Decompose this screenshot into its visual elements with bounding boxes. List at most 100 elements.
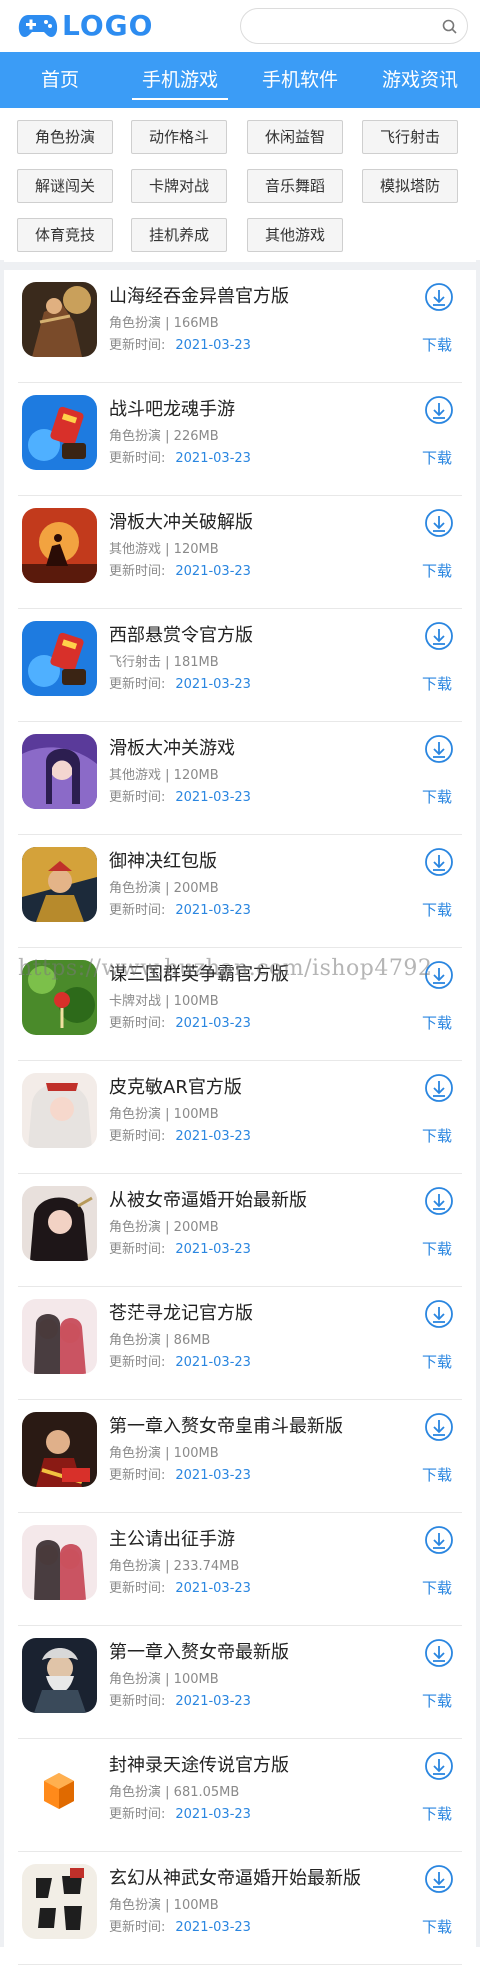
game-icon-purple-lady[interactable] [22,734,97,809]
game-icon-dark-lady[interactable] [22,1186,97,1261]
game-list-item[interactable]: 滑板大冲关破解版 其他游戏 | 120MB 更新时间: 2021-03-23 下载 [0,496,480,609]
game-list-item[interactable]: 第一章入赘女帝最新版 角色扮演 | 100MB 更新时间: 2021-03-23 下载 [0,1626,480,1739]
meta-separator: | [161,1559,174,1574]
download-button[interactable]: 下载 [422,1577,452,1598]
game-list-item[interactable]: 第一章入赘女帝皇甫斗最新版 角色扮演 | 100MB 更新时间: 2021-03-23… [0,1400,480,1513]
download-icon[interactable] [424,1412,454,1442]
download-button[interactable]: 下载 [422,1351,452,1372]
game-icon-blue-gift[interactable] [22,395,97,470]
category-idle[interactable]: 挂机养成 [131,218,227,252]
game-title[interactable]: 滑板大冲关游戏 [109,734,235,760]
download-button[interactable]: 下载 [422,1464,452,1485]
download-icon[interactable] [424,1864,454,1894]
category-music[interactable]: 音乐舞蹈 [247,169,343,203]
download-icon[interactable] [424,1186,454,1216]
game-meta: 其他游戏 | 120MB [109,538,219,557]
game-icon-red-warrior[interactable] [22,1412,97,1487]
category-card[interactable]: 卡牌对战 [131,169,227,203]
category-action[interactable]: 动作格斗 [131,120,227,154]
game-list-item[interactable]: 封神录天途传说官方版 角色扮演 | 681.05MB 更新时间: 2021-03-23… [0,1739,480,1852]
tab-home[interactable]: 首页 [0,52,120,108]
download-button[interactable]: 下载 [422,673,452,694]
category-shooter[interactable]: 飞行射击 [362,120,458,154]
download-button[interactable]: 下载 [422,1125,452,1146]
game-icon-blue-gift[interactable] [22,621,97,696]
game-title[interactable]: 玄幻从神武女帝逼婚开始最新版 [109,1864,361,1890]
game-size: 120MB [173,768,219,783]
game-title[interactable]: 苍茫寻龙记官方版 [109,1299,253,1325]
game-title[interactable]: 主公请出征手游 [109,1525,235,1551]
download-icon[interactable] [424,508,454,538]
meta-separator: | [161,1107,174,1122]
download-icon[interactable] [424,847,454,877]
game-list-item[interactable]: 山海经吞金异兽官方版 角色扮演 | 166MB 更新时间: 2021-03-23 下载 [0,270,480,383]
tab-mobile-software[interactable]: 手机软件 [240,52,360,108]
category-other[interactable]: 其他游戏 [247,218,343,252]
game-icon-white-hair-lady[interactable] [22,1073,97,1148]
download-icon[interactable] [424,734,454,764]
game-icon-old-master[interactable] [22,1638,97,1713]
category-sports[interactable]: 体育竞技 [17,218,113,252]
download-icon[interactable] [424,282,454,312]
game-list-item[interactable]: 皮克敏AR官方版 角色扮演 | 100MB 更新时间: 2021-03-23 下载 [0,1061,480,1174]
download-button[interactable]: 下载 [422,1803,452,1824]
game-list-item[interactable]: 西部悬赏令官方版 飞行射击 | 181MB 更新时间: 2021-03-23 下载 [0,609,480,722]
download-icon[interactable] [424,1638,454,1668]
game-list-item[interactable]: 滑板大冲关游戏 其他游戏 | 120MB 更新时间: 2021-03-23 下载 [0,722,480,835]
game-icon-calligraphy[interactable] [22,1864,97,1939]
update-time-label: 更新时间: [109,1468,166,1483]
game-title[interactable]: 山海经吞金异兽官方版 [109,282,289,308]
game-title[interactable]: 皮克敏AR官方版 [109,1073,242,1099]
download-icon[interactable] [424,1751,454,1781]
game-icon-armored-hero[interactable] [22,847,97,922]
game-list-item[interactable]: 战斗吧龙魂手游 角色扮演 | 226MB 更新时间: 2021-03-23 下载 [0,383,480,496]
category-tower-defense[interactable]: 模拟塔防 [362,169,458,203]
download-icon[interactable] [424,1525,454,1555]
update-date: 2021-03-23 [175,451,251,466]
download-icon[interactable] [424,621,454,651]
meta-separator: | [161,542,174,557]
download-button[interactable]: 下载 [422,899,452,920]
category-rpg[interactable]: 角色扮演 [17,120,113,154]
game-title[interactable]: 封神录天途传说官方版 [109,1751,289,1777]
logo[interactable]: LOGO [18,10,153,42]
game-title[interactable]: 从被女帝逼婚开始最新版 [109,1186,307,1212]
game-title[interactable]: 西部悬赏令官方版 [109,621,253,647]
game-icon-sunset-rider[interactable] [22,508,97,583]
download-button[interactable]: 下载 [422,447,452,468]
header: LOGO [0,0,480,52]
game-icon-couple[interactable] [22,1525,97,1600]
game-title[interactable]: 御神决红包版 [109,847,217,873]
game-list-item[interactable]: 苍茫寻龙记官方版 角色扮演 | 86MB 更新时间: 2021-03-23 下载 [0,1287,480,1400]
game-list-item[interactable]: 主公请出征手游 角色扮演 | 233.74MB 更新时间: 2021-03-23 下载 [0,1513,480,1626]
game-list-item[interactable]: 从被女帝逼婚开始最新版 角色扮演 | 200MB 更新时间: 2021-03-23 下载 [0,1174,480,1287]
game-title[interactable]: 第一章入赘女帝皇甫斗最新版 [109,1412,343,1438]
search-icon[interactable] [441,18,459,36]
game-icon-orange-cube[interactable] [22,1751,97,1826]
meta-separator: | [161,768,174,783]
game-title[interactable]: 滑板大冲关破解版 [109,508,253,534]
download-button[interactable]: 下载 [422,1238,452,1259]
tab-game-news[interactable]: 游戏资讯 [360,52,480,108]
game-icon-couple[interactable] [22,1299,97,1374]
download-icon[interactable] [424,1299,454,1329]
game-list-item[interactable]: 玄幻从神武女帝逼婚开始最新版 角色扮演 | 100MB 更新时间: 2021-03-2… [0,1852,480,1965]
game-title[interactable]: 第一章入赘女帝最新版 [109,1638,289,1664]
category-casual[interactable]: 休闲益智 [247,120,343,154]
download-button[interactable]: 下载 [422,786,452,807]
game-icon-warrior-dark[interactable] [22,282,97,357]
game-list-item[interactable]: 御神决红包版 角色扮演 | 200MB 更新时间: 2021-03-23 下载 [0,835,480,948]
download-icon[interactable] [424,395,454,425]
download-button[interactable]: 下载 [422,1690,452,1711]
download-button[interactable]: 下载 [422,1012,452,1033]
game-title[interactable]: 战斗吧龙魂手游 [109,395,235,421]
download-button[interactable]: 下载 [422,1916,452,1937]
category-puzzle[interactable]: 解谜闯关 [17,169,113,203]
search-input[interactable] [255,15,429,39]
download-button[interactable]: 下载 [422,560,452,581]
search-box[interactable] [240,8,468,44]
download-icon[interactable] [424,1073,454,1103]
game-update-time: 更新时间: 2021-03-23 [109,447,251,466]
tab-mobile-games[interactable]: 手机游戏 [120,52,240,108]
download-button[interactable]: 下载 [422,334,452,355]
